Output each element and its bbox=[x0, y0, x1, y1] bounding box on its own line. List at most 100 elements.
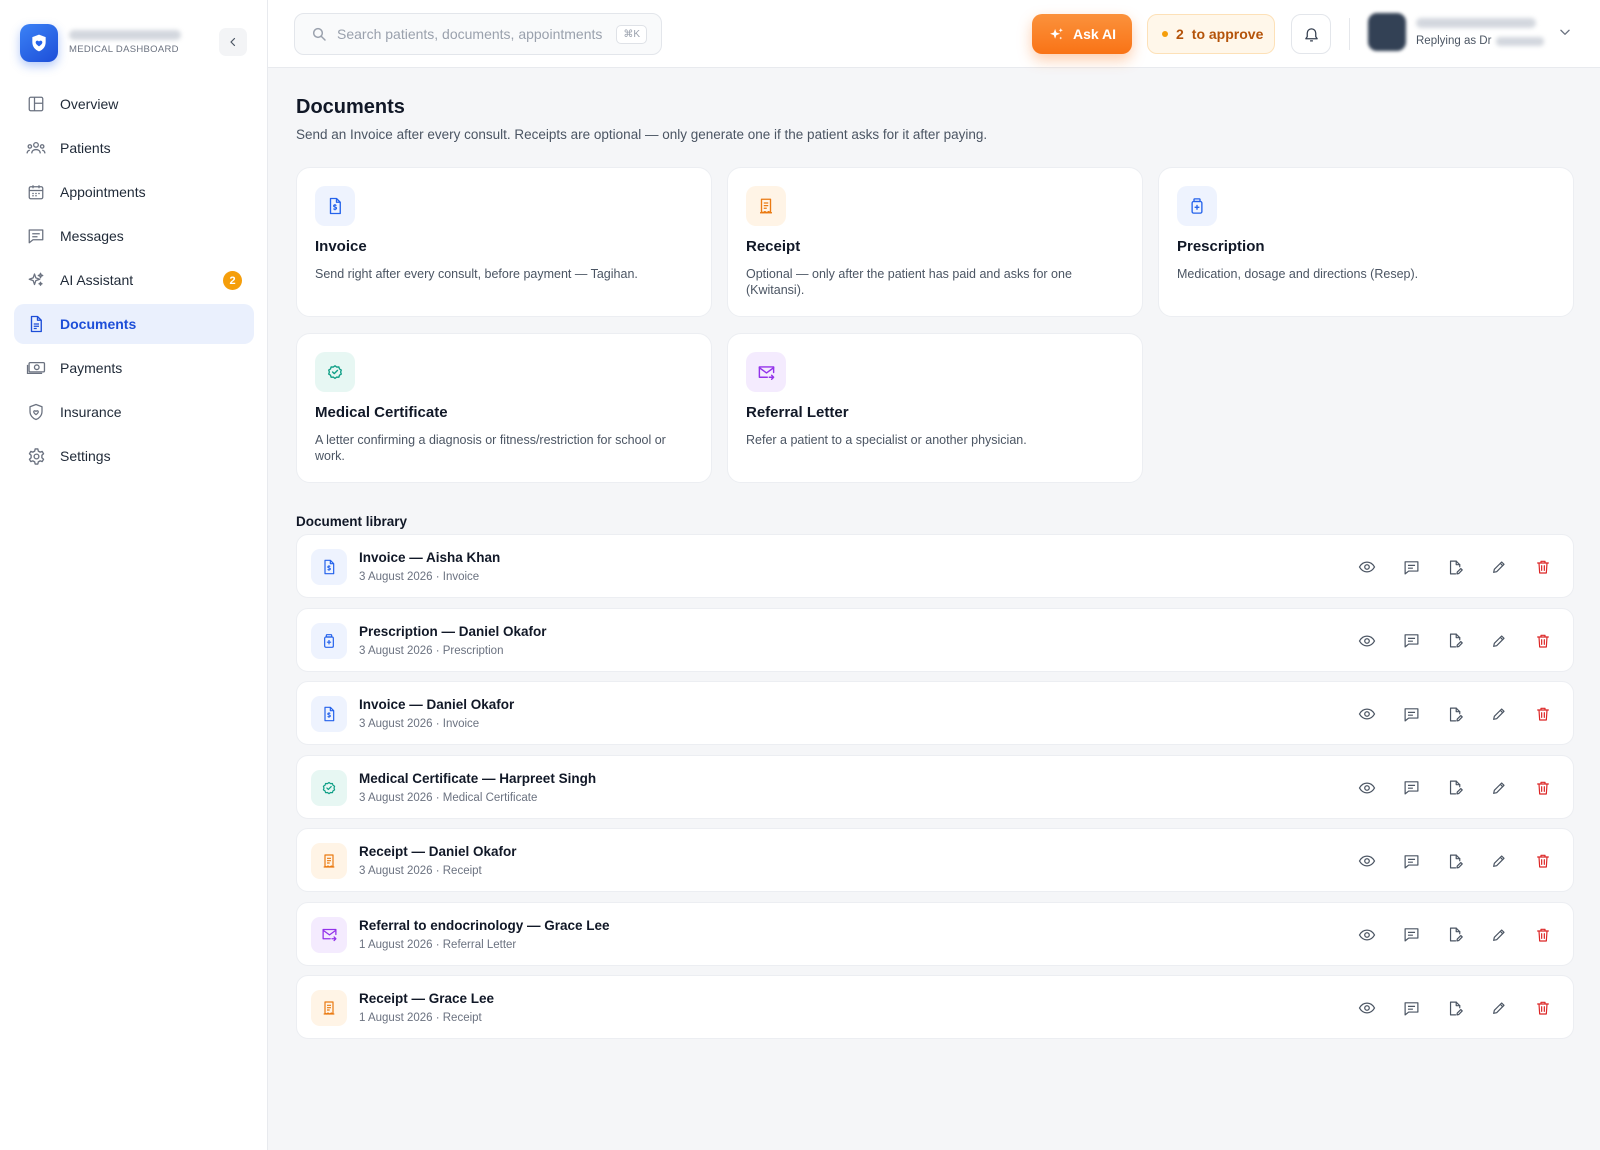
card-medical-certificate[interactable]: Medical Certificate A letter confirming … bbox=[296, 333, 712, 483]
notifications-button[interactable] bbox=[1291, 14, 1331, 54]
edit-button[interactable] bbox=[1483, 551, 1515, 583]
sidebar-item-overview[interactable]: Overview bbox=[14, 84, 254, 124]
delete-button[interactable] bbox=[1527, 772, 1559, 804]
edit-button[interactable] bbox=[1483, 845, 1515, 877]
sidebar-item-patients[interactable]: Patients bbox=[14, 128, 254, 168]
edit-button[interactable] bbox=[1483, 698, 1515, 730]
card-prescription[interactable]: Prescription Medication, dosage and dire… bbox=[1158, 167, 1574, 317]
eye-icon bbox=[1358, 708, 1376, 720]
ask-ai-label: Ask AI bbox=[1072, 26, 1117, 42]
export-button[interactable] bbox=[1439, 551, 1471, 583]
message-button[interactable] bbox=[1395, 772, 1427, 804]
export-button[interactable] bbox=[1439, 772, 1471, 804]
pending-dot-icon bbox=[1162, 31, 1168, 37]
bell-icon bbox=[1304, 27, 1318, 42]
user-menu[interactable]: Replying as Dr bbox=[1368, 13, 1578, 55]
view-button[interactable] bbox=[1351, 625, 1383, 657]
pencil-icon bbox=[1493, 708, 1505, 720]
delete-button[interactable] bbox=[1527, 992, 1559, 1024]
view-button[interactable] bbox=[1351, 919, 1383, 951]
library-row[interactable]: Invoice — Daniel Okafor 3 August 2026 · I… bbox=[296, 681, 1574, 745]
view-button[interactable] bbox=[1351, 845, 1383, 877]
row-actions bbox=[1339, 625, 1559, 657]
search-box[interactable]: ⌘K bbox=[294, 13, 662, 55]
user-role-name-redacted bbox=[1496, 37, 1544, 46]
message-button[interactable] bbox=[1395, 845, 1427, 877]
edit-button[interactable] bbox=[1483, 919, 1515, 951]
view-button[interactable] bbox=[1351, 992, 1383, 1024]
search-input[interactable] bbox=[337, 26, 602, 42]
search-icon bbox=[311, 26, 327, 42]
library-row[interactable]: Receipt — Grace Lee 1 August 2026 · Recei… bbox=[296, 975, 1574, 1039]
sidebar-item-ai-assistant[interactable]: AI Assistant 2 bbox=[14, 260, 254, 300]
brand-logo-icon[interactable] bbox=[20, 24, 58, 62]
edit-button[interactable] bbox=[1483, 992, 1515, 1024]
library-row[interactable]: Prescription — Daniel Okafor 3 August 202… bbox=[296, 607, 1574, 672]
card-invoice[interactable]: Invoice Send right after every consult, … bbox=[296, 167, 712, 317]
edit-button[interactable] bbox=[1483, 625, 1515, 657]
sidebar-item-payments[interactable]: Payments bbox=[14, 348, 254, 388]
export-button[interactable] bbox=[1439, 625, 1471, 657]
view-button[interactable] bbox=[1351, 698, 1383, 730]
sidebar-item-messages[interactable]: Messages bbox=[14, 216, 254, 256]
page-subtitle: Send an Invoice after every consult. Rec… bbox=[296, 127, 988, 142]
ai-assistant-badge: 2 bbox=[223, 271, 242, 290]
edit-button[interactable] bbox=[1483, 772, 1515, 804]
sidebar-item-appointments[interactable]: Appointments bbox=[14, 172, 254, 212]
export-button[interactable] bbox=[1439, 845, 1471, 877]
library-row[interactable]: Receipt — Daniel Okafor 3 August 2026 · R… bbox=[296, 828, 1574, 892]
eye-icon bbox=[1358, 561, 1376, 573]
sidebar-item-insurance[interactable]: Insurance bbox=[14, 392, 254, 432]
card-referral-letter[interactable]: Referral Letter Refer a patient to a spe… bbox=[727, 333, 1143, 483]
export-button[interactable] bbox=[1439, 992, 1471, 1024]
export-button[interactable] bbox=[1439, 698, 1471, 730]
view-button[interactable] bbox=[1351, 772, 1383, 804]
export-button[interactable] bbox=[1439, 919, 1471, 951]
library-row-meta: 1 August 2026 · Referral Letter bbox=[359, 938, 517, 951]
document-library-title: Document library bbox=[296, 514, 408, 529]
delete-button[interactable] bbox=[1527, 919, 1559, 951]
message-button[interactable] bbox=[1395, 919, 1427, 951]
library-row-title: Receipt — Grace Lee bbox=[359, 991, 495, 1006]
sidebar-collapse-button[interactable] bbox=[219, 28, 247, 56]
trash-icon bbox=[1537, 781, 1549, 795]
message-button[interactable] bbox=[1395, 551, 1427, 583]
ask-ai-button[interactable]: Ask AI bbox=[1032, 14, 1132, 54]
sidebar-item-documents[interactable]: Documents bbox=[14, 304, 254, 344]
eye-icon bbox=[1358, 634, 1376, 647]
card-receipt[interactable]: Receipt Optional — only after the patien… bbox=[727, 167, 1143, 317]
delete-button[interactable] bbox=[1527, 625, 1559, 657]
library-row-title: Invoice — Daniel Okafor bbox=[359, 697, 515, 712]
library-row[interactable]: Medical Certificate — Harpreet Singh 3 Au… bbox=[296, 754, 1574, 819]
delete-button[interactable] bbox=[1527, 698, 1559, 730]
approvals-button[interactable]: 2 to approve bbox=[1147, 14, 1275, 54]
card-title: Prescription bbox=[1177, 238, 1265, 255]
sidebar-item-settings[interactable]: Settings bbox=[14, 436, 254, 476]
users-icon bbox=[26, 138, 46, 158]
approvals-label: to approve bbox=[1191, 26, 1264, 42]
library-row[interactable]: Referral to endocrinology — Grace Lee 1 A… bbox=[296, 901, 1574, 966]
view-button[interactable] bbox=[1351, 551, 1383, 583]
delete-button[interactable] bbox=[1527, 845, 1559, 877]
message-icon bbox=[1404, 781, 1418, 795]
brand-name-redacted bbox=[69, 30, 181, 40]
chevron-down-icon bbox=[1560, 29, 1570, 35]
card-description: Refer a patient to a specialist or anoth… bbox=[746, 433, 1027, 447]
eye-icon bbox=[1358, 928, 1376, 941]
card-title: Invoice bbox=[315, 238, 367, 255]
trash-icon bbox=[1537, 707, 1549, 721]
message-button[interactable] bbox=[1395, 992, 1427, 1024]
message-button[interactable] bbox=[1395, 625, 1427, 657]
library-row-meta: 1 August 2026 · Receipt bbox=[359, 1012, 482, 1024]
trash-icon bbox=[1537, 634, 1549, 648]
message-button[interactable] bbox=[1395, 698, 1427, 730]
delete-button[interactable] bbox=[1527, 551, 1559, 583]
message-icon bbox=[1404, 1001, 1418, 1015]
document-icon bbox=[26, 314, 46, 334]
brand: MEDICAL DASHBOARD bbox=[20, 24, 248, 64]
library-row-title: Receipt — Daniel Okafor bbox=[359, 844, 517, 859]
mail-forward-icon bbox=[311, 916, 347, 953]
user-role: Replying as Dr bbox=[1416, 35, 1492, 47]
library-row-title: Medical Certificate — Harpreet Singh bbox=[359, 770, 597, 786]
library-row[interactable]: Invoice — Aisha Khan 3 August 2026 · Invo… bbox=[296, 534, 1574, 598]
